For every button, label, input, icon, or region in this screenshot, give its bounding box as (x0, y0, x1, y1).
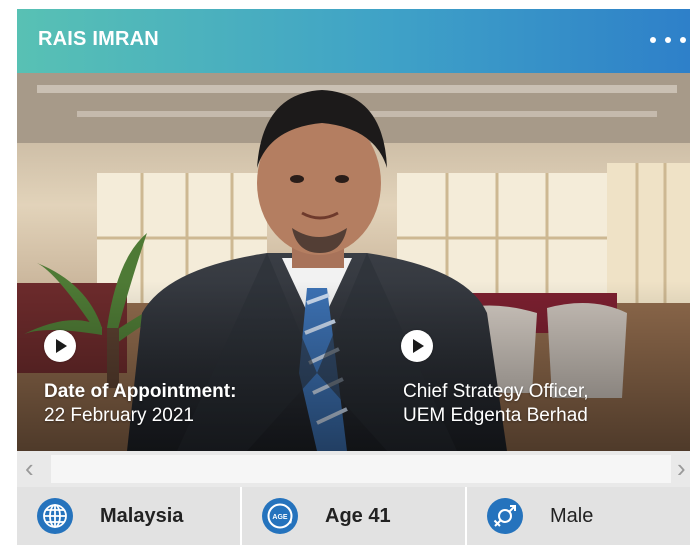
appointment-label: Date of Appointment: (44, 381, 237, 402)
stat-country: Malaysia (17, 487, 242, 545)
stat-gender: Male (467, 487, 690, 545)
appointment-info: Date of Appointment: 22 February 2021 (44, 380, 236, 428)
position-company: UEM Edgenta Berhad (403, 405, 588, 426)
profile-photo: Date of Appointment: 22 February 2021 Ch… (17, 73, 690, 451)
scrollbar-track[interactable] (51, 455, 671, 483)
gender-value: Male (550, 504, 594, 527)
chevron-right-icon[interactable]: › (677, 455, 686, 481)
profile-card: RAIS IMRAN Date of Appointment: 22 Febru… (17, 9, 690, 545)
profile-name: RAIS IMRAN (38, 28, 159, 50)
country-value: Malaysia (100, 504, 184, 527)
age-icon-text: AGE (272, 514, 288, 521)
play-icon-position[interactable] (401, 330, 433, 362)
globe-icon (37, 498, 73, 534)
gender-icon (487, 498, 523, 534)
profile-stats: Malaysia AGE Age 41 Male (17, 487, 690, 545)
appointment-date: 22 February 2021 (44, 405, 194, 426)
position-title: Chief Strategy Officer, (403, 381, 589, 402)
profile-header: RAIS IMRAN (17, 9, 690, 73)
more-dots-icon[interactable] (650, 27, 686, 53)
position-info: Chief Strategy Officer, UEM Edgenta Berh… (403, 380, 589, 428)
stat-age: AGE Age 41 (242, 487, 467, 545)
chevron-left-icon[interactable]: ‹ (25, 455, 34, 481)
age-icon: AGE (262, 498, 298, 534)
play-icon-appointment[interactable] (44, 330, 76, 362)
age-value: Age 41 (325, 504, 391, 527)
horizontal-scrollbar[interactable]: ‹ › (17, 451, 690, 487)
